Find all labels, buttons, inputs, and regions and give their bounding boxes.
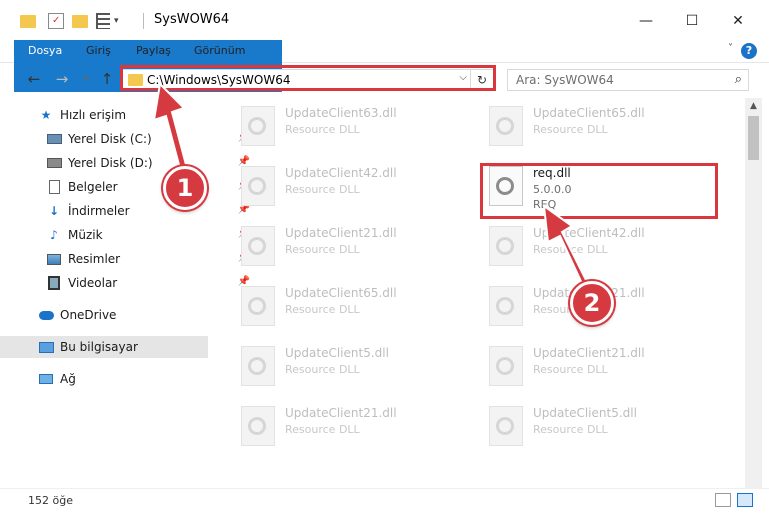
step-badge-2: 2: [570, 281, 614, 325]
annotation-arrows: [152, 81, 591, 292]
arrow-2: [542, 203, 591, 292]
step-badge-1: 1: [163, 166, 207, 210]
file-explorer-window: ✓ ▾ SysWOW64 — ☐ ✕ Dosya Giriş Paylaş Gö…: [0, 0, 769, 529]
